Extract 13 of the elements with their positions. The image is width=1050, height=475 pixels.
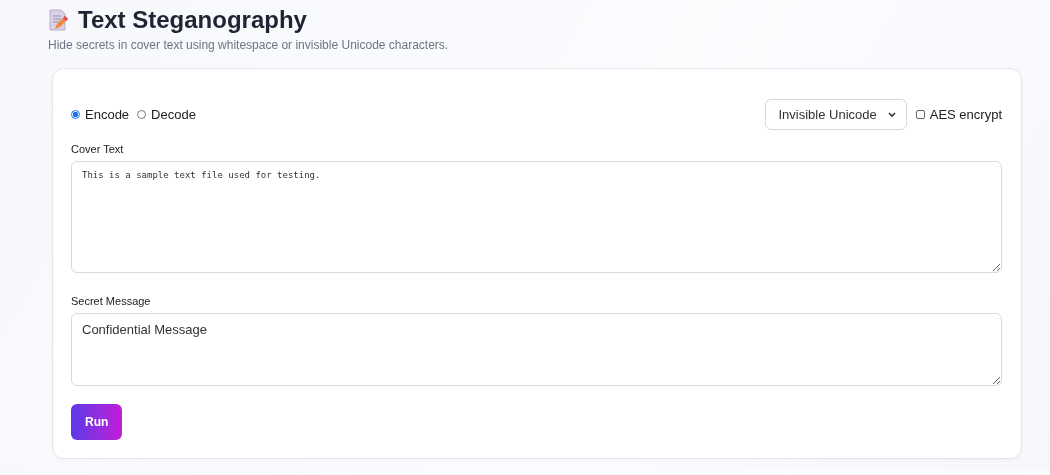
- page-subtitle: Hide secrets in cover text using whitespace or invisible Unicode characters.: [48, 38, 450, 52]
- page-title: Text Steganography: [78, 6, 307, 34]
- mode-radio[interactable]: Decode: [137, 107, 196, 122]
- document-pencil-icon: [48, 9, 68, 31]
- cover-text-field[interactable]: This is a sample text file used for testing.: [71, 161, 1002, 273]
- field-label: Cover Text: [71, 143, 125, 155]
- chevron-down-icon: [886, 110, 897, 119]
- secret-message-field[interactable]: Confidential Message: [71, 313, 1002, 386]
- field-label: Secret Message: [71, 295, 152, 307]
- aes-checkbox[interactable]: AES encrypt: [915, 107, 1002, 122]
- mode-radio[interactable]: Encode: [71, 107, 130, 122]
- method-select[interactable]: Invisible Unicode: [765, 99, 907, 130]
- run-button[interactable]: Run: [71, 404, 123, 440]
